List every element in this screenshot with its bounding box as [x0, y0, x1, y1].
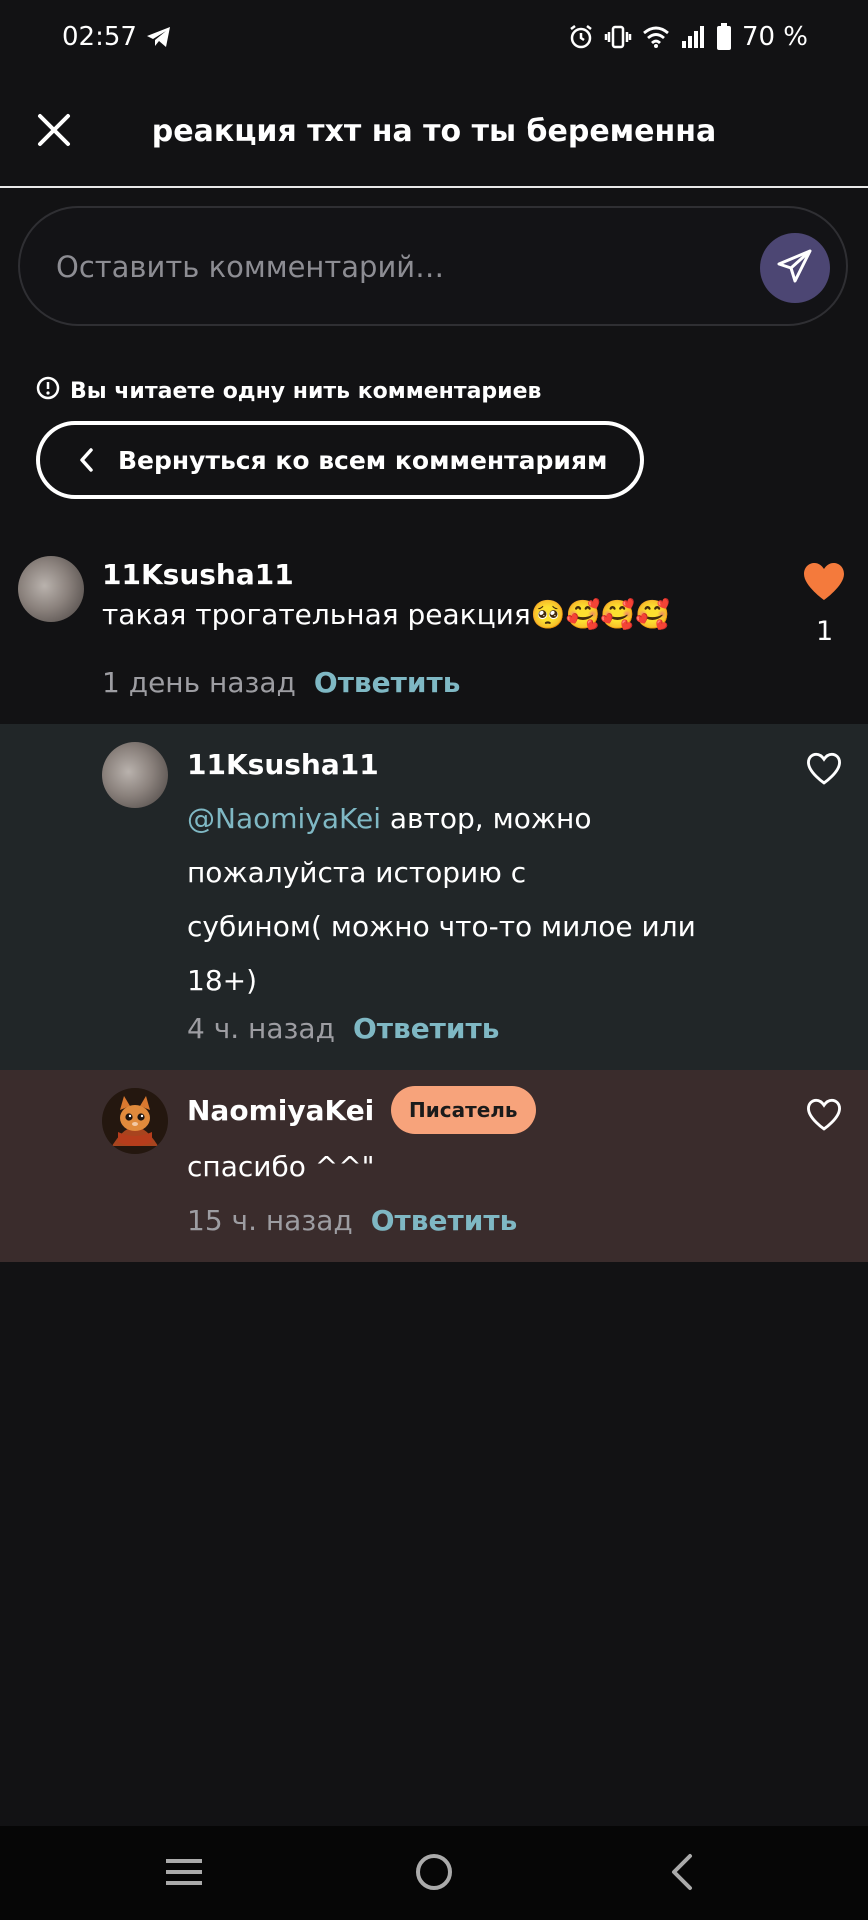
- comment-text-part: пожалуйста историю с: [187, 856, 527, 889]
- send-icon: [775, 246, 815, 290]
- menu-icon[interactable]: [164, 1852, 204, 1896]
- comment-meta: 1 день назад Ответить: [102, 666, 460, 699]
- status-icons: 70 %: [568, 22, 808, 52]
- comment-meta: 15 ч. назад Ответить: [187, 1204, 517, 1237]
- reply-button[interactable]: Ответить: [371, 1204, 518, 1237]
- comment-author[interactable]: 11Ksusha11: [187, 748, 379, 781]
- comment-text-part: субином( можно что-то милое или: [187, 910, 696, 943]
- like-count: 1: [816, 616, 834, 647]
- mention-link[interactable]: @NaomiyaKei: [187, 802, 381, 835]
- send-button[interactable]: [760, 233, 830, 303]
- back-button-label: Вернуться ко всем комментариям: [118, 445, 608, 475]
- comment-text: @NaomiyaKei автор, можно пожалуйста исто…: [187, 792, 787, 1008]
- avatar[interactable]: [18, 556, 84, 622]
- reply-button[interactable]: Ответить: [353, 1012, 500, 1045]
- comment-box: [18, 206, 848, 326]
- vibrate-icon: [604, 24, 632, 50]
- heart-outline-icon[interactable]: [806, 752, 842, 790]
- back-to-all-comments-button[interactable]: Вернуться ко всем комментариям: [36, 421, 644, 499]
- avatar[interactable]: [102, 1088, 168, 1154]
- comment-author[interactable]: NaomiyaKei: [187, 1094, 374, 1127]
- comment-time: 1 день назад: [102, 666, 296, 699]
- comment-meta: 4 ч. назад Ответить: [187, 1012, 499, 1045]
- comment-item: NaomiyaKei Писатель спасибо ^^" 15 ч. на…: [0, 1070, 868, 1262]
- comment-text: спасибо ^^": [187, 1150, 375, 1183]
- comment-text-part: 18+): [187, 964, 258, 997]
- comment-time: 15 ч. назад: [187, 1204, 353, 1237]
- comment-text: такая трогательная реакция🥺🥰🥰🥰: [102, 598, 671, 631]
- comment-text-part: автор, можно: [381, 802, 592, 835]
- battery-level: 70 %: [741, 22, 808, 52]
- comment-author[interactable]: 11Ksusha11: [102, 558, 294, 591]
- chevron-left-icon: [78, 447, 94, 473]
- signal-icon: [680, 25, 706, 49]
- writer-badge: Писатель: [391, 1086, 536, 1134]
- wifi-icon: [642, 25, 670, 49]
- header: реакция тхт на то ты беременна: [0, 80, 868, 188]
- heart-filled-icon[interactable]: [802, 562, 846, 606]
- thread-notice: Вы читаете одну нить комментариев: [36, 376, 541, 406]
- comment-input[interactable]: [54, 238, 738, 296]
- page-title: реакция тхт на то ты беременна: [151, 114, 717, 149]
- info-icon: [36, 376, 60, 406]
- thread-notice-text: Вы читаете одну нить комментариев: [70, 378, 542, 404]
- heart-outline-icon[interactable]: [806, 1098, 842, 1136]
- reply-button[interactable]: Ответить: [314, 666, 461, 699]
- comment-time: 4 ч. назад: [187, 1012, 335, 1045]
- home-icon[interactable]: [414, 1852, 454, 1896]
- alarm-icon: [568, 24, 594, 50]
- battery-icon: [716, 23, 732, 51]
- status-bar: 02:57 70 %: [0, 0, 868, 80]
- comment-item: 11Ksusha11 @NaomiyaKei автор, можно пожа…: [0, 724, 868, 1070]
- comment-item: 11Ksusha11 такая трогательная реакция🥺🥰🥰…: [0, 538, 868, 724]
- avatar[interactable]: [102, 742, 168, 808]
- telegram-icon: [146, 26, 172, 52]
- status-time: 02:57: [62, 22, 137, 52]
- system-nav-bar: [0, 1826, 868, 1920]
- back-icon[interactable]: [668, 1852, 694, 1896]
